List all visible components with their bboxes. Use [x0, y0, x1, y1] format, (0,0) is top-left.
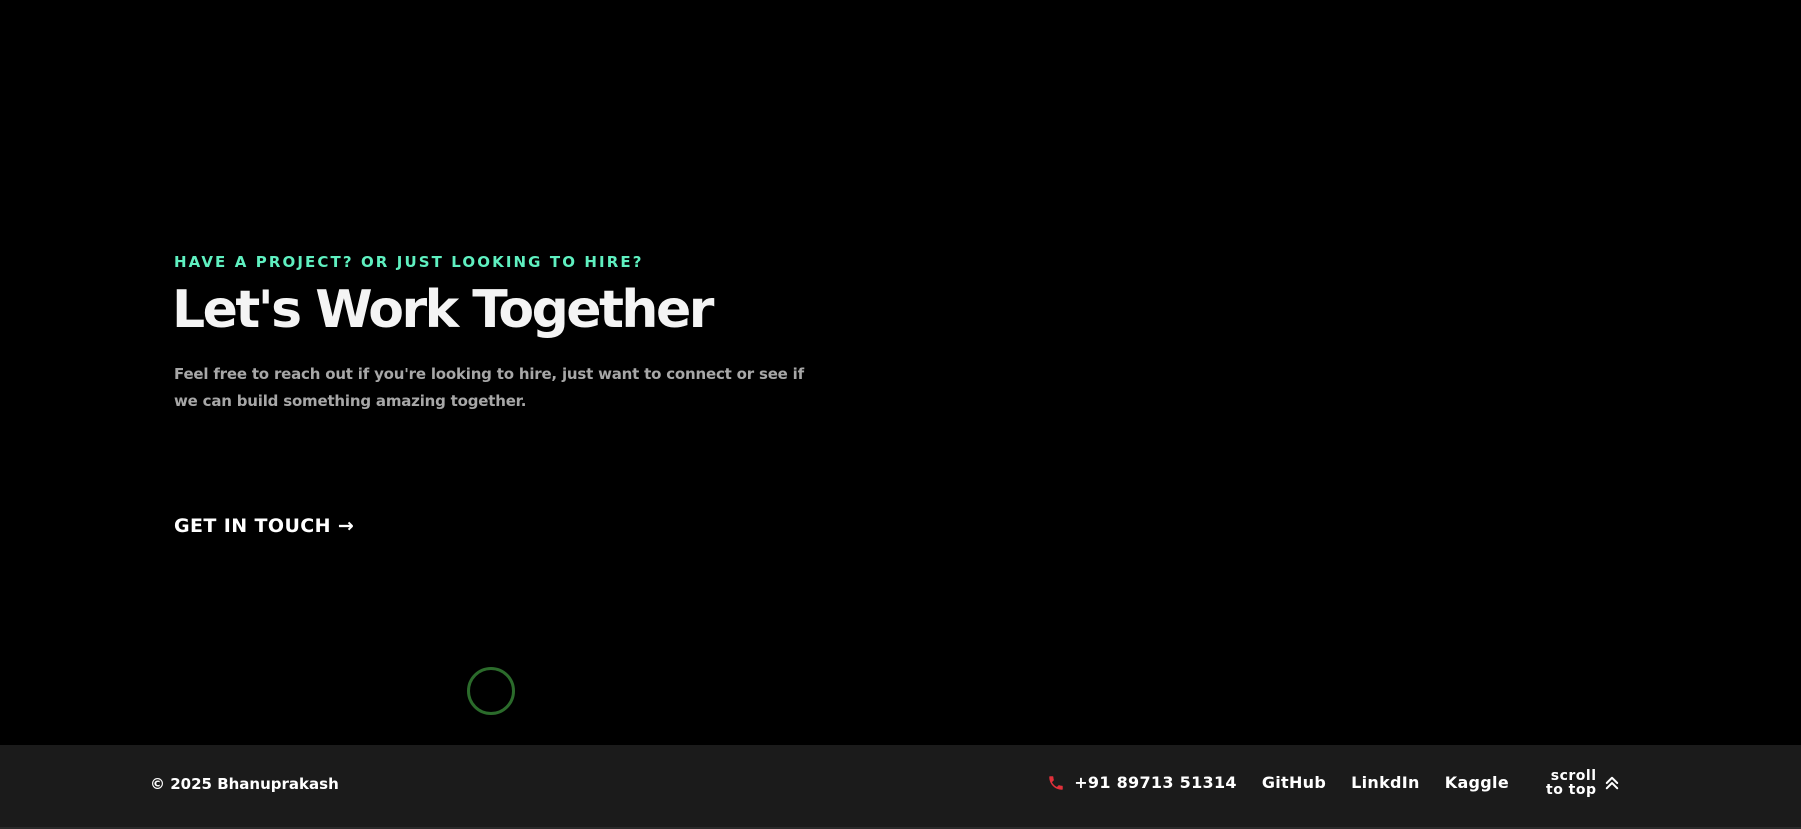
double-chevron-up-icon — [1603, 774, 1621, 792]
scroll-to-top-label: scroll to top — [1546, 769, 1597, 797]
hero-headline: Let's Work Together — [172, 280, 714, 340]
kaggle-link[interactable]: Kaggle — [1445, 773, 1509, 792]
footer-links: +91 89713 51314 GitHub LinkdIn Kaggle — [1047, 773, 1509, 792]
copyright-text: © 2025 Bhanuprakash — [150, 775, 339, 793]
scroll-to-top-line1: scroll — [1550, 768, 1597, 784]
phone-link[interactable]: +91 89713 51314 — [1047, 773, 1237, 792]
hero-description: Feel free to reach out if you're looking… — [174, 365, 804, 410]
scroll-to-top-line2: to top — [1546, 782, 1597, 798]
github-link[interactable]: GitHub — [1262, 773, 1326, 792]
get-in-touch-button[interactable]: GET IN TOUCH → — [174, 515, 354, 537]
linkedin-link[interactable]: LinkdIn — [1351, 773, 1420, 792]
footer: © 2025 Bhanuprakash +91 89713 51314 GitH… — [0, 745, 1801, 829]
page: HAVE A PROJECT? OR JUST LOOKING TO HIRE?… — [0, 0, 1801, 829]
phone-icon — [1047, 774, 1065, 792]
scroll-to-top-button[interactable]: scroll to top — [1546, 769, 1621, 797]
contact-hero-section: HAVE A PROJECT? OR JUST LOOKING TO HIRE?… — [0, 0, 1801, 745]
cursor-ring-icon — [467, 667, 515, 715]
hero-eyebrow: HAVE A PROJECT? OR JUST LOOKING TO HIRE? — [174, 253, 644, 271]
phone-number: +91 89713 51314 — [1074, 773, 1237, 792]
